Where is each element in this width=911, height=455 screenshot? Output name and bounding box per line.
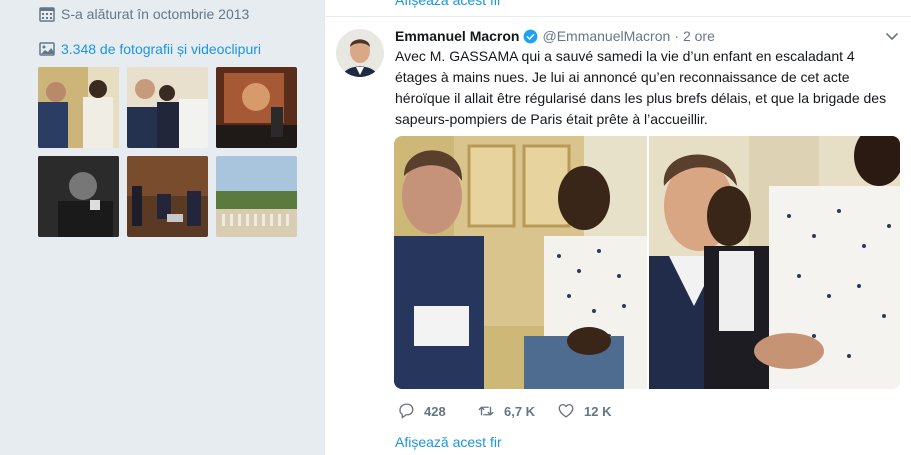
like-button[interactable]: 12 K (557, 402, 637, 420)
calendar-icon (39, 7, 55, 22)
tweet-header: Emmanuel Macron @EmmanuelMacron · 2 ore (395, 28, 715, 44)
tweet-text: Avec M. GASSAMA qui a sauvé samedi la vi… (395, 48, 887, 127)
media-thumbnail[interactable] (216, 156, 297, 237)
author-name[interactable]: Emmanuel Macron (395, 28, 519, 44)
like-count: 12 K (584, 403, 612, 419)
media-thumbnail[interactable] (216, 67, 297, 148)
separator: · (674, 28, 679, 44)
retweet-button[interactable]: 6,7 K (477, 402, 557, 420)
reply-button[interactable]: 428 (397, 402, 477, 420)
join-date: S-a alăturat în octombrie 2013 (39, 6, 249, 22)
join-date-text: S-a alăturat în octombrie 2013 (61, 6, 250, 22)
author-handle[interactable]: @EmmanuelMacron (542, 28, 670, 44)
tweet-photo[interactable] (649, 136, 900, 389)
reply-count: 428 (424, 403, 446, 419)
tweet-actions: 428 6,7 K 12 K (397, 402, 637, 420)
retweet-count: 6,7 K (504, 403, 536, 419)
heart-icon (558, 403, 574, 418)
previous-thread-link[interactable]: Afișează acest fir (395, 0, 502, 8)
verified-badge-icon (524, 29, 538, 43)
profile-sidebar: S-a alăturat în octombrie 2013 3.348 de … (0, 0, 325, 455)
chevron-down-icon[interactable] (885, 30, 899, 44)
photos-videos-count[interactable]: 3.348 de fotografii și videoclipuri (61, 41, 261, 57)
photos-videos-link[interactable]: 3.348 de fotografii și videoclipuri (39, 41, 261, 57)
tweet-media[interactable] (394, 136, 900, 389)
media-thumbnail[interactable] (127, 156, 208, 237)
retweet-icon (478, 406, 494, 416)
reply-icon (399, 403, 414, 419)
image-icon (39, 42, 55, 56)
timeline: Afișează acest fir Emmanuel Macron @Emma… (325, 0, 911, 455)
media-thumbnail[interactable] (38, 67, 119, 148)
show-thread-link[interactable]: Afișează acest fir (395, 434, 502, 450)
media-thumbnail-grid (38, 67, 297, 237)
tweet-photo[interactable] (394, 136, 647, 389)
avatar[interactable] (336, 29, 384, 77)
tweet-timestamp[interactable]: 2 ore (683, 28, 715, 44)
media-thumbnail[interactable] (127, 67, 208, 148)
media-thumbnail[interactable] (38, 156, 119, 237)
tweet-divider (325, 16, 911, 17)
